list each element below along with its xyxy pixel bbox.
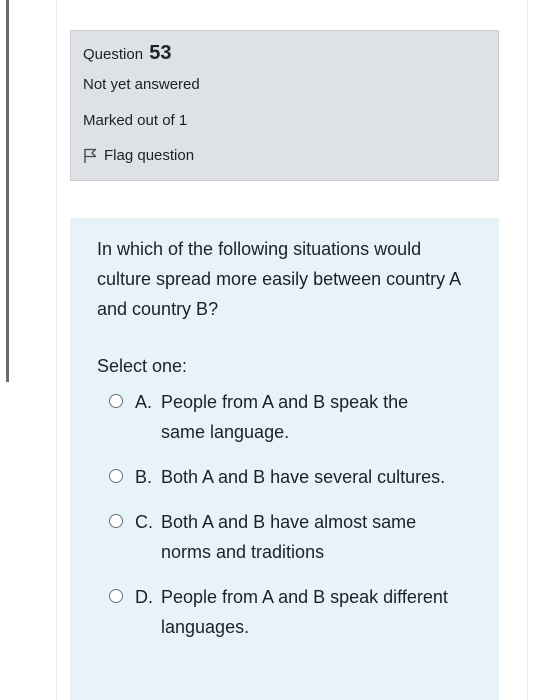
answer-letter: D. <box>135 587 153 607</box>
answer-label: C. Both A and B have almost same norms a… <box>135 507 451 567</box>
answer-state: Not yet answered <box>83 76 200 93</box>
answer-text: People from A and B speak the same langu… <box>161 392 409 442</box>
radio-unchecked-icon[interactable] <box>109 589 123 603</box>
radio-unchecked-icon[interactable] <box>109 394 123 408</box>
question-content-panel: In which of the following situations wou… <box>70 218 499 700</box>
answer-text: People from A and B speak different lang… <box>161 587 448 637</box>
question-number: 53 <box>149 42 172 64</box>
answer-letter: B. <box>135 467 153 487</box>
answer-text: Both A and B have almost same norms and … <box>161 512 417 562</box>
answer-letter: A. <box>135 392 153 412</box>
radio-unchecked-icon[interactable] <box>109 469 123 483</box>
flag-icon <box>83 148 97 164</box>
radio-unchecked-icon[interactable] <box>109 514 123 528</box>
answer-label: B. Both A and B have several cultures. <box>135 462 451 492</box>
select-prompt: Select one: <box>97 356 188 376</box>
answer-list: A. People from A and B speak the same la… <box>97 387 472 642</box>
scrollbar[interactable] <box>6 0 9 382</box>
answer-option-c[interactable]: C. Both A and B have almost same norms a… <box>97 507 472 567</box>
answer-label: D. People from A and B speak different l… <box>135 582 451 642</box>
question-number-heading: Question 53 <box>83 43 486 65</box>
answer-label: A. People from A and B speak the same la… <box>135 387 451 447</box>
answer-letter: C. <box>135 512 153 532</box>
grade-info: Marked out of 1 <box>83 112 188 129</box>
quiz-page: Question 53 Not yet answered Marked out … <box>0 0 541 700</box>
flag-question-link[interactable]: Flag question <box>83 146 486 166</box>
flag-question-label: Flag question <box>104 147 195 164</box>
answer-option-d[interactable]: D. People from A and B speak different l… <box>97 582 472 642</box>
question-text: In which of the following situations wou… <box>97 239 461 319</box>
answer-option-a[interactable]: A. People from A and B speak the same la… <box>97 387 472 447</box>
question-info-panel: Question 53 Not yet answered Marked out … <box>70 30 499 181</box>
answer-text: Both A and B have several cultures. <box>161 467 446 487</box>
question-label: Question <box>83 46 144 63</box>
answer-option-b[interactable]: B. Both A and B have several cultures. <box>97 462 472 492</box>
